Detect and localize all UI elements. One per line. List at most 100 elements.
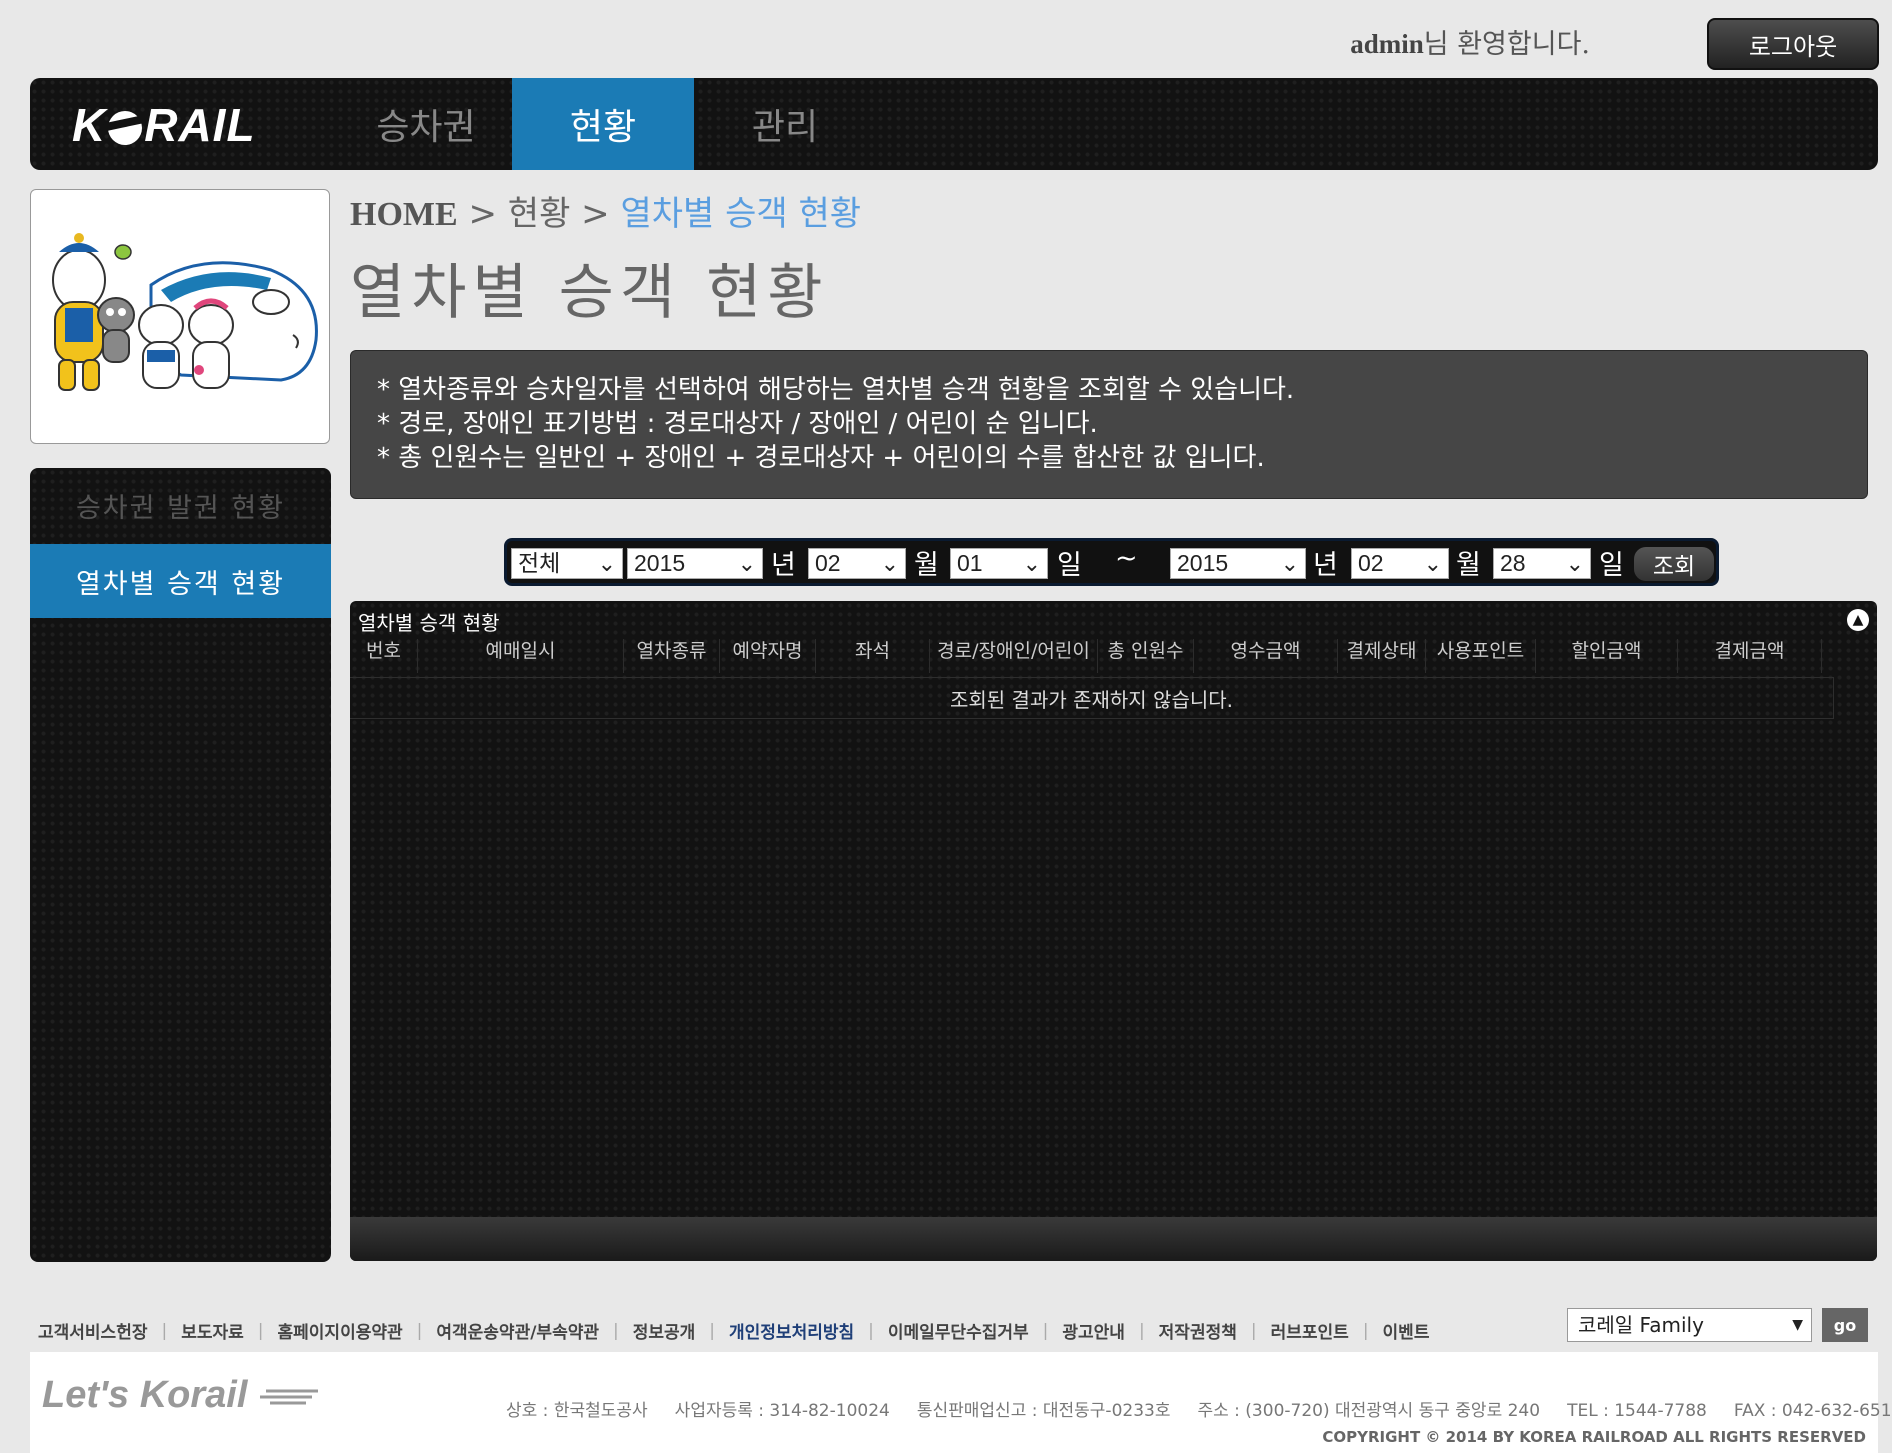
column-header[interactable]: 예매일시 [418,639,624,673]
breadcrumb-separator: > [581,194,610,234]
to-month-value: 02 [1358,550,1384,576]
chevron-down-icon: ⌄ [597,551,616,576]
lets-korail-logo: Let's Korail [42,1374,320,1417]
footer-divider: | [161,1320,168,1341]
column-header[interactable]: 열차종류 [624,639,720,673]
footer-divider: | [416,1320,423,1341]
to-month-select[interactable]: 02 ⌄ [1351,548,1449,579]
welcome-message: admin님 환영합니다. [1350,22,1590,61]
mascot-illustration [30,189,330,444]
column-header[interactable]: 예약자명 [720,639,816,673]
footer-divider: | [709,1320,716,1341]
column-header[interactable]: 번호 [350,639,418,673]
column-header[interactable]: 좌석 [816,639,930,673]
footer-info: Let's Korail 상호 : 한국철도공사 사업자등록 : 314-82-… [30,1352,1892,1453]
footer-link[interactable]: 광고안내 [1062,1318,1125,1343]
footer-link[interactable]: 여객운송약관/부속약관 [436,1318,599,1343]
lets-korail-text: Let's Korail [42,1374,248,1416]
footer-divider: | [612,1320,619,1341]
chevron-down-icon: ⌄ [1565,551,1584,576]
page-title: 열차별 승객 현황 [350,258,829,328]
footer-link[interactable]: 홈페이지이용약관 [278,1318,403,1343]
footer-divider: | [1250,1320,1257,1341]
welcome-greeting: 님 환영합니다. [1423,29,1590,60]
range-separator: ~ [1115,543,1138,574]
korail-logo[interactable]: K RAIL [72,99,256,151]
nav-management[interactable]: 관리 [694,78,876,170]
footer-link[interactable]: 고객서비스헌장 [38,1318,147,1343]
month-unit-label: 월 [914,550,939,581]
empty-result-message: 조회된 결과가 존재하지 않습니다. [350,677,1834,719]
copyright-text: COPYRIGHT © 2014 BY KOREA RAILROAD ALL R… [1322,1428,1866,1446]
column-header[interactable]: 결제상태 [1338,639,1426,673]
breadcrumb-section[interactable]: 현황 [508,194,571,234]
search-button[interactable]: 조회 [1634,547,1714,581]
footer-link[interactable]: 이벤트 [1383,1318,1430,1343]
breadcrumb-separator: > [468,194,497,234]
footer-link-privacy[interactable]: 개인정보처리방침 [729,1318,854,1343]
chevron-down-icon: ⌄ [1022,551,1041,576]
from-month-select[interactable]: 02 ⌄ [808,548,906,579]
sidebar: 승차권 발권 현황 열차별 승객 현황 [30,468,331,1262]
logout-button[interactable]: 로그아웃 [1707,18,1879,70]
to-day-select[interactable]: 28 ⌄ [1493,548,1591,579]
breadcrumb-home[interactable]: HOME [350,196,458,233]
notice-line: * 총 인원수는 일반인 + 장애인 + 경로대상자 + 어린이의 수를 합산한… [377,443,1265,473]
chevron-down-icon: ⌄ [1423,551,1442,576]
from-day-select[interactable]: 01 ⌄ [950,548,1048,579]
year-unit-label: 년 [771,550,796,581]
nav-status[interactable]: 현황 [512,78,694,170]
column-header[interactable]: 할인금액 [1536,639,1678,673]
footer-divider: | [868,1320,874,1341]
speed-lines-icon [259,1389,318,1405]
grid-title: 열차별 승객 현황 [358,611,500,635]
footer-link[interactable]: 이메일무단수집거부 [888,1318,1029,1343]
footer-link[interactable]: 러브포인트 [1271,1318,1349,1343]
dropdown-arrow-icon: ▼ [1792,1317,1803,1333]
from-month-value: 02 [815,550,841,576]
day-unit-label: 일 [1599,550,1624,581]
column-header[interactable]: 영수금액 [1194,639,1338,673]
from-day-value: 01 [957,550,983,576]
top-navigation: K RAIL 승차권 현황 관리 [30,78,1878,170]
year-unit-label: 년 [1313,550,1338,581]
footer-link[interactable]: 저작권정책 [1159,1318,1237,1343]
from-year-select[interactable]: 2015 ⌄ [627,548,763,579]
results-grid: 열차별 승객 현황 ▲ 번호 예매일시 열차종류 예약자명 좌석 경로/장애인/… [350,601,1877,1261]
sidebar-item-passenger-status[interactable]: 열차별 승객 현황 [30,544,331,618]
footer-link[interactable]: 정보공개 [633,1318,696,1343]
day-unit-label: 일 [1057,550,1082,581]
notice-line: * 경로, 장애인 표기방법 : 경로대상자 / 장애인 / 어린이 순 입니다… [377,409,1098,439]
train-type-value: 전체 [518,550,561,576]
column-header[interactable]: 사용포인트 [1426,639,1536,673]
footer-divider: | [1362,1320,1369,1341]
column-header[interactable]: 총 인원수 [1098,639,1194,673]
footer-link[interactable]: 보도자료 [181,1318,244,1343]
to-day-value: 28 [1500,550,1526,576]
sidebar-item-ticket-issuance[interactable]: 승차권 발권 현황 [30,468,331,542]
nav-tickets[interactable]: 승차권 [335,78,517,170]
to-year-select[interactable]: 2015 ⌄ [1170,548,1306,579]
welcome-user: admin [1350,29,1424,59]
mascot-image [52,233,318,391]
train-type-select[interactable]: 전체 ⌄ [511,548,623,579]
footer-divider: | [1042,1320,1049,1341]
go-button[interactable]: go [1822,1308,1868,1342]
grid-header: 번호 예매일시 열차종류 예약자명 좌석 경로/장애인/어린이 총 인원수 영수… [350,639,1845,673]
footer-links: 고객서비스헌장 | 보도자료 | 홈페이지이용약관 | 여객운송약관/부속약관 | 정보… [38,1318,1430,1344]
notice-line: * 열차종류와 승차일자를 선택하여 해당하는 열차별 승객 현황을 조회할 수… [377,375,1295,405]
column-header[interactable]: 결제금액 [1678,639,1822,673]
logo-text: K RAIL [72,99,256,151]
breadcrumb-current: 열차별 승객 현황 [620,194,862,234]
column-header[interactable]: 경로/장애인/어린이 [930,639,1098,673]
search-filter-bar: 전체 ⌄ 2015 ⌄ 년 02 ⌄ 월 01 ⌄ 일 ~ 2015 ⌄ 년 02 ⌄ 월 … [504,538,1719,586]
from-year-value: 2015 [634,550,686,576]
company-address: 상호 : 한국철도공사 사업자등록 : 314-82-10024 통신판매업신고… [506,1401,1892,1421]
collapse-icon[interactable]: ▲ [1847,609,1869,631]
chevron-down-icon: ⌄ [737,551,756,576]
footer-divider: | [1138,1320,1145,1341]
family-site-select[interactable]: 코레일 Family ▼ [1567,1308,1812,1342]
to-year-value: 2015 [1177,550,1229,576]
footer-divider: | [257,1320,264,1341]
chevron-down-icon: ⌄ [1280,551,1299,576]
